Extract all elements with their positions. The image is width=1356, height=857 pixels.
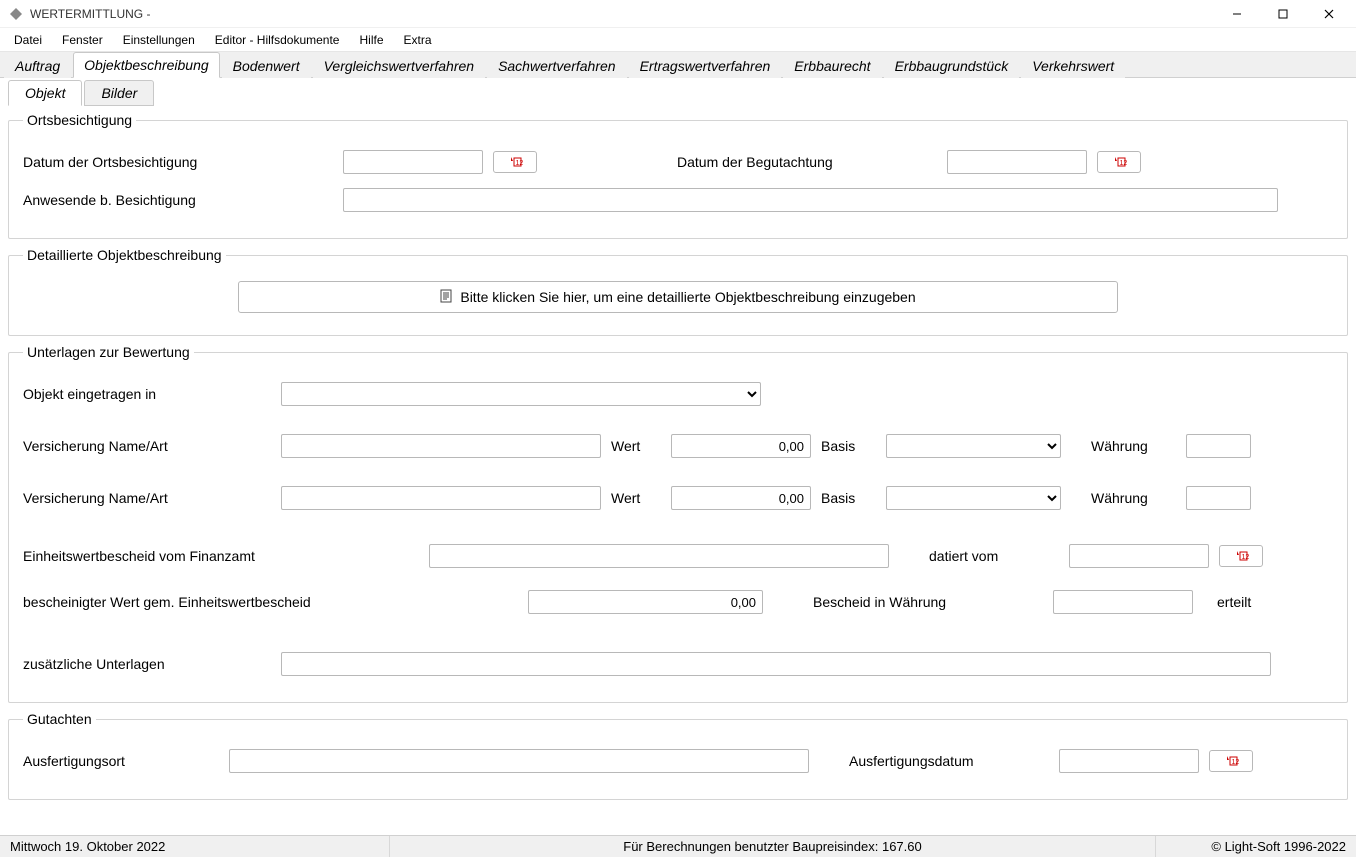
input-anwesende[interactable] (343, 188, 1278, 212)
select-objekt-eingetragen[interactable] (281, 382, 761, 406)
input-vers1-wert[interactable] (671, 434, 811, 458)
label-bescheinigt: bescheinigter Wert gem. Einheitswertbesc… (23, 594, 518, 610)
input-vers1-waehrung[interactable] (1186, 434, 1251, 458)
label-objekt-eingetragen: Objekt eingetragen in (23, 386, 271, 402)
label-vers2: Versicherung Name/Art (23, 490, 271, 506)
input-bescheid-waehrung[interactable] (1053, 590, 1193, 614)
label-vers2-basis: Basis (821, 490, 876, 506)
label-ausfertigungsdatum: Ausfertigungsdatum (849, 753, 1049, 769)
menu-fenster[interactable]: Fenster (52, 30, 113, 50)
input-zusatz[interactable] (281, 652, 1271, 676)
tab-vergleichswert[interactable]: Vergleichswertverfahren (313, 53, 485, 78)
input-datiert[interactable] (1069, 544, 1209, 568)
label-zusatz: zusätzliche Unterlagen (23, 656, 271, 672)
tab-verkehrswert[interactable]: Verkehrswert (1021, 53, 1125, 78)
titlebar: WERTERMITTLUNG - (0, 0, 1356, 28)
menu-editor[interactable]: Editor - Hilfsdokumente (205, 30, 350, 50)
group-unterlagen: Unterlagen zur Bewertung Objekt eingetra… (8, 344, 1348, 703)
tab-objektbeschreibung[interactable]: Objektbeschreibung (73, 52, 220, 78)
label-datiert: datiert vom (929, 548, 1059, 564)
tab-bodenwert[interactable]: Bodenwert (222, 53, 311, 78)
legend-detailbeschreibung: Detaillierte Objektbeschreibung (23, 247, 226, 263)
label-einheitswert: Einheitswertbescheid vom Finanzamt (23, 548, 419, 564)
label-vers1: Versicherung Name/Art (23, 438, 271, 454)
input-datum-begutachtung[interactable] (947, 150, 1087, 174)
label-anwesende: Anwesende b. Besichtigung (23, 192, 333, 208)
group-gutachten: Gutachten Ausfertigungsort Ausfertigungs… (8, 711, 1348, 800)
menu-einstellungen[interactable]: Einstellungen (113, 30, 205, 50)
status-copyright: © Light-Soft 1996-2022 (1156, 836, 1356, 857)
legend-ortsbesichtigung: Ortsbesichtigung (23, 112, 136, 128)
menubar: Datei Fenster Einstellungen Editor - Hil… (0, 28, 1356, 52)
label-vers1-waehrung: Währung (1091, 438, 1176, 454)
sub-tabs: Objekt Bilder (0, 78, 1356, 106)
label-datum-ortsbesichtigung: Datum der Ortsbesichtigung (23, 154, 333, 170)
svg-text:12: 12 (1242, 554, 1250, 561)
group-detailbeschreibung: Detaillierte Objektbeschreibung Bitte kl… (8, 247, 1348, 336)
calendar-button-datiert[interactable]: 12 (1219, 545, 1263, 567)
input-datum-ortsbesichtigung[interactable] (343, 150, 483, 174)
input-bescheinigt[interactable] (528, 590, 763, 614)
label-bescheid-waehrung: Bescheid in Währung (813, 594, 1043, 610)
label-vers2-waehrung: Währung (1091, 490, 1176, 506)
select-vers2-basis[interactable] (886, 486, 1061, 510)
svg-text:12: 12 (1120, 160, 1128, 167)
label-datum-begutachtung: Datum der Begutachtung (677, 154, 937, 170)
label-ausfertigungsort: Ausfertigungsort (23, 753, 219, 769)
status-date: Mittwoch 19. Oktober 2022 (0, 836, 390, 857)
main-tabs: Auftrag Objektbeschreibung Bodenwert Ver… (0, 52, 1356, 78)
svg-text:12: 12 (1232, 759, 1240, 766)
menu-datei[interactable]: Datei (4, 30, 52, 50)
calendar-button-orts[interactable]: 12 (493, 151, 537, 173)
close-button[interactable] (1306, 0, 1352, 28)
subtab-bilder[interactable]: Bilder (84, 80, 154, 106)
label-vers2-wert: Wert (611, 490, 661, 506)
subtab-objekt[interactable]: Objekt (8, 80, 82, 106)
input-vers2-wert[interactable] (671, 486, 811, 510)
minimize-button[interactable] (1214, 0, 1260, 28)
statusbar: Mittwoch 19. Oktober 2022 Für Berechnung… (0, 835, 1356, 857)
tab-ertragswert[interactable]: Ertragswertverfahren (629, 53, 782, 78)
legend-gutachten: Gutachten (23, 711, 96, 727)
app-icon (8, 6, 24, 22)
menu-extra[interactable]: Extra (394, 30, 442, 50)
input-vers2-name[interactable] (281, 486, 601, 510)
label-vers1-basis: Basis (821, 438, 876, 454)
input-ausfertigungsdatum[interactable] (1059, 749, 1199, 773)
document-icon (440, 289, 452, 306)
input-vers1-name[interactable] (281, 434, 601, 458)
button-detailbeschreibung[interactable]: Bitte klicken Sie hier, um eine detailli… (238, 281, 1118, 313)
window-title: WERTERMITTLUNG - (30, 7, 150, 21)
input-einheitswert[interactable] (429, 544, 889, 568)
status-baupreisindex: Für Berechnungen benutzter Baupreisindex… (390, 836, 1156, 857)
input-ausfertigungsort[interactable] (229, 749, 809, 773)
menu-hilfe[interactable]: Hilfe (349, 30, 393, 50)
calendar-button-begut[interactable]: 12 (1097, 151, 1141, 173)
tab-erbbaurecht[interactable]: Erbbaurecht (783, 53, 881, 78)
input-vers2-waehrung[interactable] (1186, 486, 1251, 510)
maximize-button[interactable] (1260, 0, 1306, 28)
tab-erbbaugrundstueck[interactable]: Erbbaugrundstück (884, 53, 1020, 78)
content-area: Ortsbesichtigung Datum der Ortsbesichtig… (0, 106, 1356, 835)
tab-auftrag[interactable]: Auftrag (4, 53, 71, 78)
label-erteilt: erteilt (1217, 594, 1251, 610)
select-vers1-basis[interactable] (886, 434, 1061, 458)
tab-sachwert[interactable]: Sachwertverfahren (487, 53, 627, 78)
legend-unterlagen: Unterlagen zur Bewertung (23, 344, 194, 360)
calendar-button-ausfertigung[interactable]: 12 (1209, 750, 1253, 772)
button-detailbeschreibung-label: Bitte klicken Sie hier, um eine detailli… (460, 289, 915, 305)
label-vers1-wert: Wert (611, 438, 661, 454)
group-ortsbesichtigung: Ortsbesichtigung Datum der Ortsbesichtig… (8, 112, 1348, 239)
svg-text:12: 12 (516, 160, 524, 167)
